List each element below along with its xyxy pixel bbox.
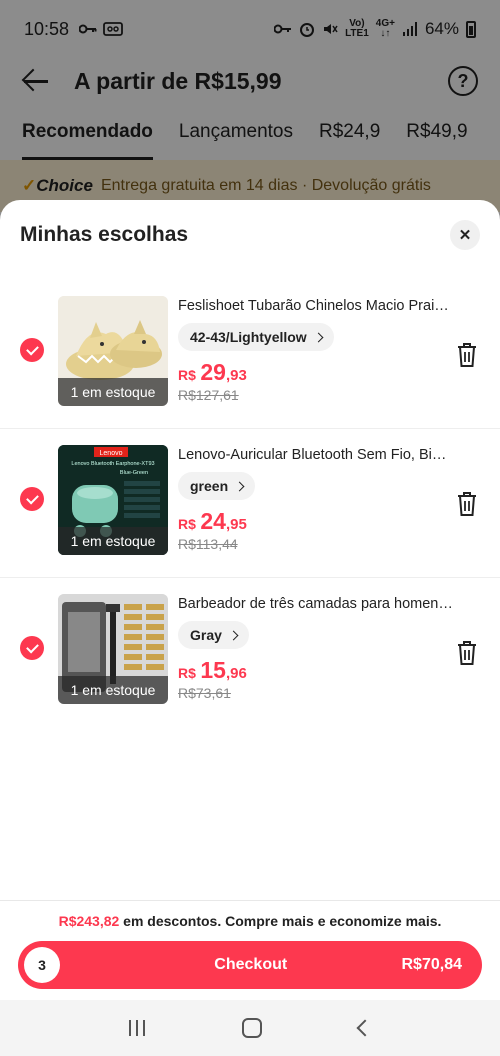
chevron-right-icon (313, 332, 324, 342)
product-image[interactable]: 1 em estoque (58, 296, 168, 406)
sheet-header: Minhas escolhas ✕ (0, 200, 500, 270)
trash-icon[interactable] (456, 640, 478, 666)
product-name[interactable]: Feslishoet Tubarão Chinelos Macio Praia.… (178, 298, 454, 314)
original-price: R$113,44 (178, 536, 238, 552)
item-count-badge: 3 (24, 947, 60, 983)
stock-label: 1 em estoque (58, 676, 168, 704)
chevron-right-icon (228, 630, 239, 640)
stock-label: 1 em estoque (58, 378, 168, 406)
item-checkbox[interactable] (20, 338, 44, 362)
price: R$ 24,95 (178, 508, 247, 534)
stock-label: 1 em estoque (58, 527, 168, 555)
recent-apps-icon[interactable] (128, 1020, 145, 1036)
product-name[interactable]: Barbeador de três camadas para homens,..… (178, 596, 454, 612)
svg-text:Blue-Green: Blue-Green (120, 470, 148, 476)
product-image[interactable]: 1 em estoque (58, 594, 168, 704)
checkout-total: R$70,84 (401, 956, 463, 973)
trash-icon[interactable] (456, 342, 478, 368)
checkout-label: Checkout (214, 956, 288, 973)
original-price: R$73,61 (178, 685, 231, 701)
system-nav-bar (0, 1000, 500, 1056)
variant-selector[interactable]: 42-43/Lightyellow (178, 323, 334, 351)
list-item: Lenovo Lenovo Bluetooth Earphone-XT93 Bl… (0, 429, 500, 578)
checkout-button[interactable]: 3 Checkout R$70,84 (18, 941, 482, 989)
home-icon[interactable] (241, 1018, 262, 1038)
item-checkbox[interactable] (20, 636, 44, 660)
item-checkbox[interactable] (20, 487, 44, 511)
variant-selector[interactable]: Gray (178, 621, 249, 649)
svg-text:Lenovo Bluetooth Earphone-XT93: Lenovo Bluetooth Earphone-XT93 (71, 461, 154, 467)
sheet-title: Minhas escolhas (20, 223, 189, 246)
my-picks-sheet: Minhas escolhas ✕ 1 em estoque Feslishoe… (0, 200, 500, 1000)
list-item: 1 em estoque Barbeador de três camadas p… (0, 578, 500, 727)
close-icon[interactable]: ✕ (450, 220, 480, 250)
price: R$ 29,93 (178, 359, 247, 385)
list-item: 1 em estoque Feslishoet Tubarão Chinelos… (0, 280, 500, 429)
discount-message: R$243,82 em descontos. Compre mais e eco… (58, 913, 442, 929)
product-image[interactable]: Lenovo Lenovo Bluetooth Earphone-XT93 Bl… (58, 445, 168, 555)
item-list: 1 em estoque Feslishoet Tubarão Chinelos… (0, 270, 500, 727)
trash-icon[interactable] (456, 491, 478, 517)
product-name[interactable]: Lenovo-Auricular Bluetooth Sem Fio, Bina… (178, 447, 454, 463)
checkout-footer: R$243,82 em descontos. Compre mais e eco… (0, 900, 500, 1000)
original-price: R$127,61 (178, 387, 239, 403)
back-nav-icon[interactable] (356, 1019, 374, 1037)
price: R$ 15,96 (178, 657, 247, 683)
svg-text:Lenovo: Lenovo (100, 450, 123, 457)
variant-selector[interactable]: green (178, 472, 256, 500)
chevron-right-icon (234, 481, 245, 491)
